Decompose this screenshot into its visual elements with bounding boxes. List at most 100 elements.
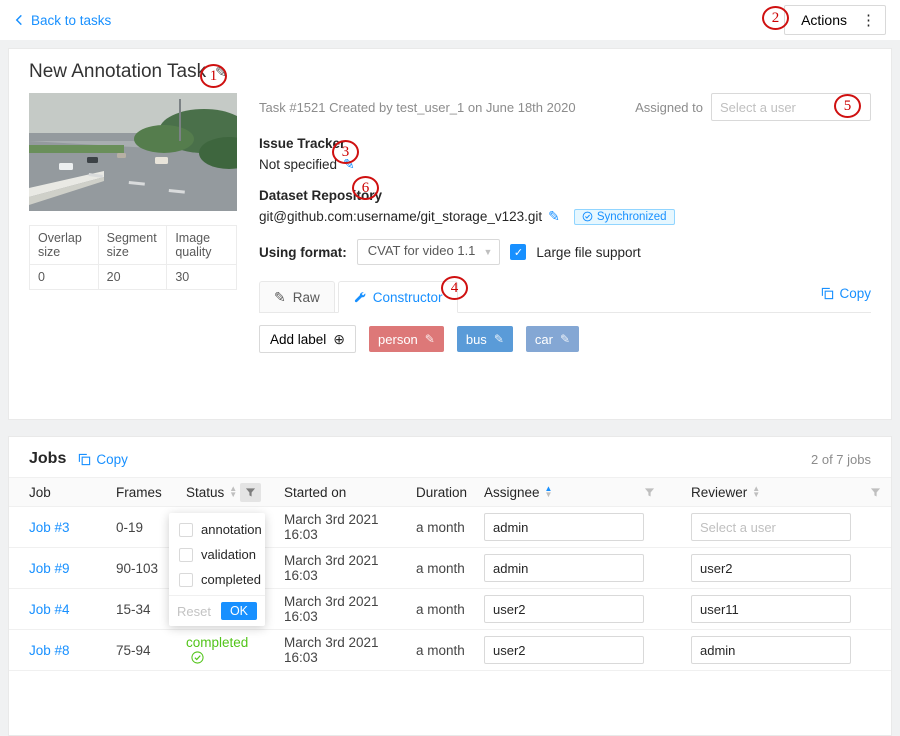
- assignee-input[interactable]: [484, 554, 644, 582]
- labels-copy-button[interactable]: Copy: [821, 286, 871, 307]
- actions-button[interactable]: Actions ⋮: [784, 5, 886, 35]
- add-label-text: Add label: [270, 332, 326, 347]
- task-preview-image: [29, 93, 237, 211]
- format-label: Using format:: [259, 245, 347, 260]
- job-link[interactable]: Job #3: [9, 520, 97, 535]
- duration-cell: a month: [397, 602, 465, 617]
- reviewer-filter-icon[interactable]: [870, 487, 881, 498]
- more-vertical-icon: ⋮: [861, 11, 876, 29]
- annotation-circle-1: 1: [200, 64, 227, 88]
- reviewer-cell: [665, 595, 891, 623]
- label-chips: person ✎ bus ✎ car ✎: [369, 326, 579, 352]
- jobs-count: 2 of 7 jobs: [811, 452, 871, 467]
- started-cell: March 3rd 2021 16:03: [267, 553, 397, 583]
- duration-cell: a month: [397, 643, 465, 658]
- filter-option-label: completed: [201, 572, 261, 587]
- job-link[interactable]: Job #4: [9, 602, 97, 617]
- assignee-cell: [465, 554, 665, 582]
- param-value-cell: 30: [167, 265, 236, 289]
- filter-ok-button[interactable]: OK: [221, 602, 257, 620]
- table-row: Job #4 15-34 March 3rd 2021 16:03 a mont…: [9, 589, 891, 630]
- assignee-input[interactable]: [484, 636, 644, 664]
- jobs-copy-label: Copy: [96, 452, 128, 467]
- frames-cell: 0-19: [97, 520, 167, 535]
- reviewer-input[interactable]: [691, 513, 851, 541]
- reviewer-input[interactable]: [691, 636, 851, 664]
- large-file-label: Large file support: [536, 245, 640, 260]
- column-started: Started on: [267, 485, 397, 500]
- filter-reset-button[interactable]: Reset: [177, 604, 211, 619]
- param-value-cell: 20: [99, 265, 168, 289]
- column-duration: Duration: [397, 485, 465, 500]
- frames-cell: 15-34: [97, 602, 167, 617]
- sync-check-icon: [582, 211, 593, 222]
- column-reviewer-label: Reviewer: [691, 485, 747, 500]
- job-link[interactable]: Job #8: [9, 643, 97, 658]
- status-filter-icon[interactable]: [240, 483, 261, 502]
- tab-constructor-label: Constructor: [373, 290, 443, 305]
- issue-tracker-value: Not specified: [259, 157, 337, 172]
- filter-option-label: validation: [201, 547, 256, 562]
- label-chip[interactable]: bus ✎: [457, 326, 513, 352]
- params-header-row: Overlap sizeSegment sizeImage quality: [30, 226, 236, 265]
- column-assignee-label: Assignee: [484, 485, 540, 500]
- reviewer-input[interactable]: [691, 554, 851, 582]
- checkbox-icon[interactable]: [179, 523, 193, 537]
- assigned-to-label: Assigned to: [635, 100, 703, 115]
- assignee-cell: [465, 636, 665, 664]
- label-chip-name: person: [378, 332, 418, 347]
- edit-label-icon[interactable]: ✎: [494, 332, 504, 346]
- jobs-copy-button[interactable]: Copy: [78, 452, 128, 467]
- sync-status-badge[interactable]: Synchronized: [574, 209, 675, 225]
- assignee-input[interactable]: [484, 513, 644, 541]
- large-file-checkbox[interactable]: ✓: [510, 244, 526, 260]
- annotation-circle-5: 5: [834, 94, 861, 118]
- frames-cell: 75-94: [97, 643, 167, 658]
- tab-raw-label: Raw: [293, 290, 320, 305]
- annotation-circle-4: 4: [441, 276, 468, 300]
- back-to-tasks-link[interactable]: Back to tasks: [14, 13, 111, 28]
- tab-raw[interactable]: ✎ Raw: [259, 281, 335, 313]
- annotation-circle-3: 3: [332, 140, 359, 164]
- edit-repository-icon[interactable]: ✎: [548, 208, 560, 225]
- column-assignee: Assignee ▲▼: [465, 485, 665, 500]
- duration-cell: a month: [397, 561, 465, 576]
- filter-option[interactable]: completed: [169, 567, 265, 592]
- reviewer-cell: [665, 554, 891, 582]
- filter-option-label: annotation: [201, 522, 262, 537]
- add-label-button[interactable]: Add label ⊕: [259, 325, 356, 353]
- check-circle-icon: [191, 651, 204, 664]
- reviewer-sort-icon[interactable]: ▲▼: [752, 486, 760, 498]
- table-row: Job #9 90-103 March 3rd 2021 16:03 a mon…: [9, 548, 891, 589]
- filter-option[interactable]: validation: [169, 542, 265, 567]
- status-filter-dropdown: annotation validation completed Reset OK: [169, 513, 265, 626]
- chevron-down-icon: ▼: [484, 247, 493, 257]
- label-constructor: Add label ⊕ person ✎ bus ✎ ca: [259, 325, 871, 353]
- tab-constructor[interactable]: Constructor: [338, 281, 458, 313]
- table-row: Job #3 0-19 March 3rd 2021 16:03 a month: [9, 507, 891, 548]
- status-cell: completed: [167, 635, 267, 665]
- checkbox-icon[interactable]: [179, 573, 193, 587]
- assignee-input[interactable]: [484, 595, 644, 623]
- assignee-filter-icon[interactable]: [644, 487, 655, 498]
- assignee-cell: [465, 595, 665, 623]
- format-select[interactable]: CVAT for video 1.1 ▼: [357, 239, 501, 265]
- started-cell: March 3rd 2021 16:03: [267, 635, 397, 665]
- checkbox-icon[interactable]: [179, 548, 193, 562]
- label-chip[interactable]: car ✎: [526, 326, 579, 352]
- task-details-card: New Annotation Task ✎ Overlap sizeSeg: [8, 48, 892, 420]
- tool-icon: [353, 291, 366, 304]
- format-selected-value: CVAT for video 1.1: [368, 243, 476, 258]
- job-link[interactable]: Job #9: [9, 561, 97, 576]
- started-cell: March 3rd 2021 16:03: [267, 512, 397, 542]
- status-sort-icon[interactable]: ▲▼: [229, 486, 237, 498]
- label-chip[interactable]: person ✎: [369, 326, 444, 352]
- edit-label-icon[interactable]: ✎: [560, 332, 570, 346]
- params-value-row: 02030: [30, 265, 236, 289]
- edit-label-icon[interactable]: ✎: [425, 332, 435, 346]
- assignee-sort-icon[interactable]: ▲▼: [545, 486, 553, 498]
- reviewer-input[interactable]: [691, 595, 851, 623]
- assignee-cell: [465, 513, 665, 541]
- filter-option[interactable]: annotation: [169, 517, 265, 542]
- copy-icon: [78, 453, 91, 466]
